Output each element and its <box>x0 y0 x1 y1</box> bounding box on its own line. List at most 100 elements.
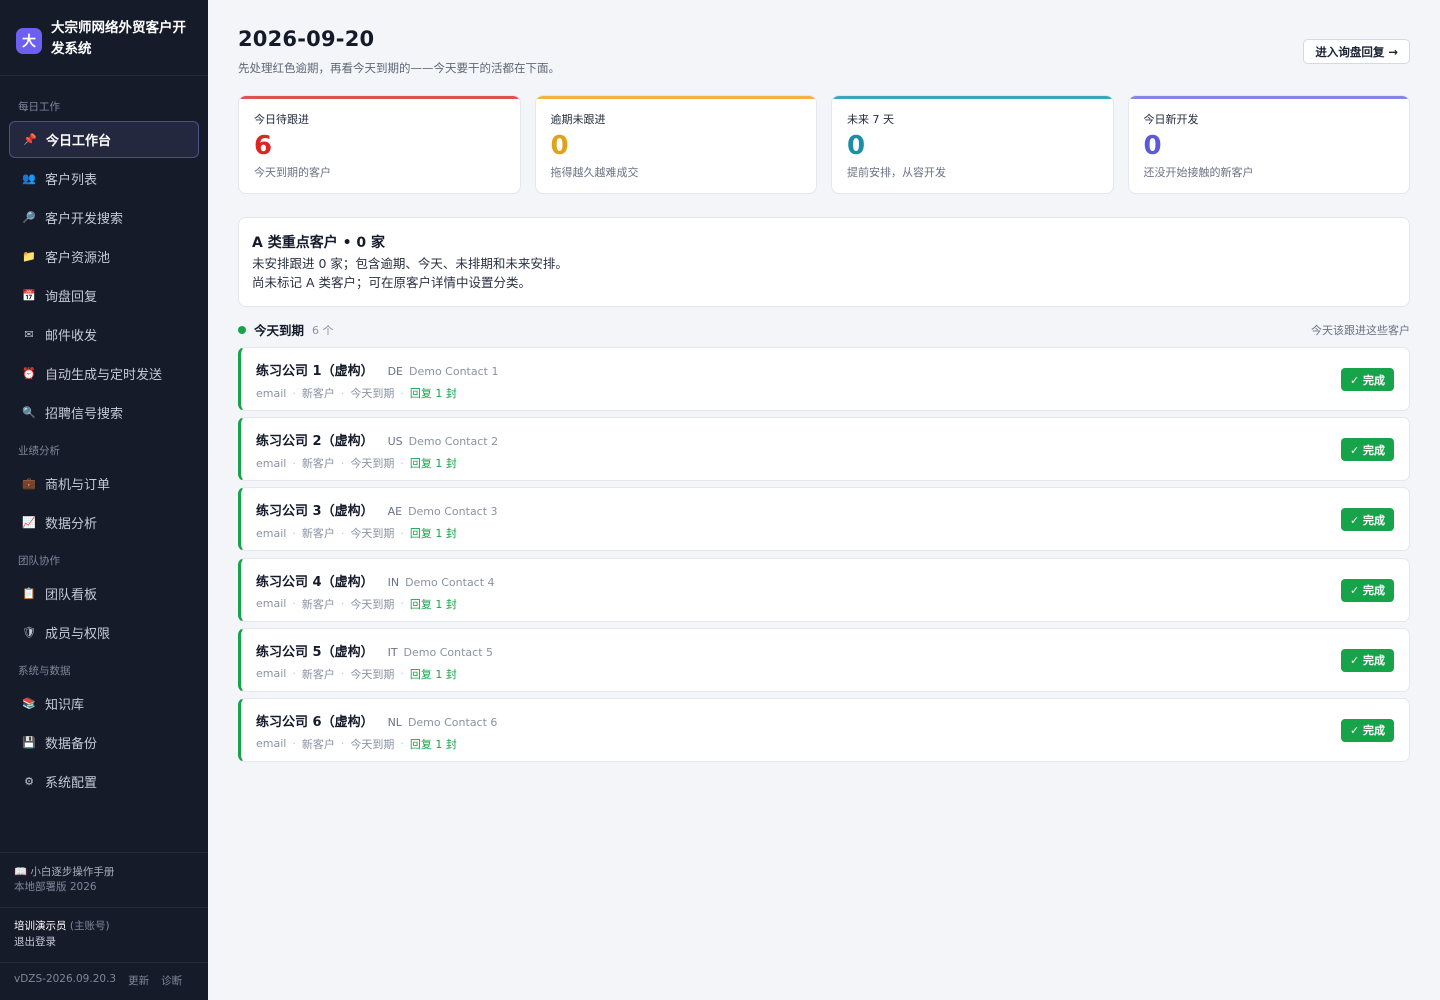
due-label: 今天到期 <box>350 667 395 681</box>
company-name[interactable]: 练习公司 4（虚构） <box>256 571 374 590</box>
stat-card[interactable]: 今日待跟进 6 今天到期的客户 <box>238 95 521 194</box>
user-name: 培训演示员 <box>14 920 67 932</box>
sidebar-item[interactable]: 👥 客户列表 <box>9 160 199 197</box>
complete-button[interactable]: ✓ 完成 <box>1340 578 1394 602</box>
separator-dot: · <box>400 737 404 751</box>
sidebar-item[interactable]: 📚 知识库 <box>9 685 199 722</box>
app-title: 大宗师网络外贸客户开发系统 <box>51 20 186 57</box>
contact-name: Demo Contact 3 <box>408 505 498 519</box>
company-name[interactable]: 练习公司 6（虚构） <box>256 711 374 730</box>
channel-label: email <box>256 386 287 400</box>
complete-button[interactable]: ✓ 完成 <box>1340 648 1394 672</box>
due-label: 今天到期 <box>350 737 395 751</box>
separator-dot: · <box>340 526 345 540</box>
update-link[interactable]: 更新 <box>128 973 149 988</box>
sidebar-item[interactable]: 📅 询盘回复 <box>9 277 199 314</box>
list-item[interactable]: 练习公司 4（虚构） IN Demo Contact 4 email · 新客户 · 今天到期… <box>238 557 1410 622</box>
contact-name: Demo Contact 5 <box>403 645 494 659</box>
sidebar-item-label: 数据分析 <box>45 517 98 532</box>
separator-dot: · <box>400 667 404 681</box>
complete-button[interactable]: ✓ 完成 <box>1340 368 1394 391</box>
sidebar-item[interactable]: 💼 商机与订单 <box>9 465 199 502</box>
stat-card[interactable]: 今日新开发 0 还没开始接触的新客户 <box>1127 95 1410 194</box>
separator-dot: · <box>400 456 404 470</box>
list-item[interactable]: 练习公司 6（虚构） NL Demo Contact 6 email · 新客户 · 今天到期… <box>238 697 1410 762</box>
alarm-clock-icon: ⏰ <box>22 367 36 380</box>
inquiry-reply-button[interactable]: 进入询盘回复 → <box>1303 39 1410 64</box>
list-item[interactable]: 练习公司 3（虚构） AE Demo Contact 3 email · 新客户 · 今天到期… <box>238 487 1410 552</box>
separator-dot: · <box>340 456 345 470</box>
sidebar-item[interactable]: ✉ 邮件收发 <box>9 316 199 353</box>
logout-link[interactable]: 退出登录 <box>14 934 194 950</box>
list-item[interactable]: 练习公司 1（虚构） DE Demo Contact 1 email · 新客户 · 今天到期… <box>238 347 1410 411</box>
sidebar-item[interactable]: 📌 今日工作台 <box>9 121 199 158</box>
sidebar-item-label: 今日工作台 <box>46 134 112 149</box>
due-today-list: 练习公司 1（虚构） DE Demo Contact 1 email · 新客户 · 今天到期… <box>238 347 1410 768</box>
complete-button[interactable]: ✓ 完成 <box>1340 718 1394 742</box>
company-name[interactable]: 练习公司 3（虚构） <box>256 500 374 519</box>
sidebar-item[interactable]: ⚙ 系统配置 <box>9 763 199 800</box>
deploy-label: 本地部署版 2026 <box>14 881 97 893</box>
complete-button[interactable]: ✓ 完成 <box>1340 438 1394 462</box>
envelope-icon: ✉ <box>24 328 34 341</box>
contact-name: Demo Contact 1 <box>409 365 499 378</box>
separator-dot: · <box>292 737 296 751</box>
sidebar-item-label: 团队看板 <box>45 588 98 603</box>
stat-desc: 提前安排，从容开发 <box>847 166 946 179</box>
separator-dot: · <box>292 667 296 681</box>
sidebar-item[interactable]: 📋 团队看板 <box>9 575 199 612</box>
company-name[interactable]: 练习公司 1（虚构） <box>256 360 374 379</box>
sidebar-item[interactable]: 🛡 成员与权限 <box>9 614 199 651</box>
due-label: 今天到期 <box>350 387 395 400</box>
sidebar-item[interactable]: 🔍 招聘信号搜索 <box>9 394 199 431</box>
separator-dot: · <box>400 597 404 611</box>
nav-section-label: 每日工作 <box>18 101 60 113</box>
stat-desc: 还没开始接触的新客户 <box>1143 166 1254 179</box>
status-label: 新客户 <box>301 597 335 611</box>
complete-button[interactable]: ✓ 完成 <box>1340 508 1394 532</box>
a-clients-title: A 类重点客户 • 0 家 <box>252 235 386 251</box>
people-icon: 👥 <box>22 172 36 185</box>
pin-icon: 📌 <box>23 133 37 146</box>
separator-dot: · <box>400 386 404 400</box>
manual-link[interactable]: 📖 小白逐步操作手册 本地部署版 2026 <box>0 852 208 907</box>
stat-card[interactable]: 逾期未跟进 0 拖得越久越难成交 <box>534 95 817 194</box>
country-code: IT <box>387 645 398 659</box>
channel-label: email <box>256 526 287 540</box>
sidebar-item[interactable]: 📁 客户资源池 <box>9 238 199 275</box>
status-label: 新客户 <box>301 527 335 541</box>
company-name[interactable]: 练习公司 2（虚构） <box>256 430 374 449</box>
version-label: vDZS-2026.09.20.3 <box>14 973 117 985</box>
diagnose-link[interactable]: 诊断 <box>161 973 182 988</box>
list-item[interactable]: 练习公司 2（虚构） US Demo Contact 2 email · 新客户 · 今天到期… <box>238 417 1410 482</box>
app-logo-icon: 大 <box>16 28 42 54</box>
stat-value: 0 <box>1143 131 1162 161</box>
country-code: US <box>387 435 403 449</box>
gear-icon: ⚙ <box>24 775 34 788</box>
stat-accent-bar <box>239 96 520 99</box>
stat-label: 今日新开发 <box>1143 113 1199 126</box>
status-label: 新客户 <box>301 387 335 400</box>
stat-card[interactable]: 未来 7 天 0 提前安排，从容开发 <box>831 95 1114 194</box>
sidebar-nav: 每日工作 📌 今日工作台 👥 客户列表 🔎 客户开发搜索 📁 客户资源池 📅 询盘回复 ✉ 邮件收发 ⏰ 自… <box>0 95 208 800</box>
book-icon: 📖 <box>14 866 28 878</box>
separator-dot: · <box>292 597 296 611</box>
country-code: NL <box>387 715 402 729</box>
separator-dot: · <box>340 737 345 751</box>
books-icon: 📚 <box>22 697 36 710</box>
stats-row: 今日待跟进 6 今天到期的客户 逾期未跟进 0 拖得越久越难成交 未来 7 天 0 提前安排，从… <box>238 95 1410 194</box>
reply-count: 回复 1 封 <box>409 387 457 400</box>
page-subtitle: 先处理红色逾期，再看今天到期的——今天要干的活都在下面。 <box>238 61 560 75</box>
sidebar-item[interactable]: ⏰ 自动生成与定时发送 <box>9 355 199 392</box>
country-code: DE <box>387 365 403 378</box>
channel-label: email <box>256 456 287 470</box>
sidebar-item[interactable]: 📈 数据分析 <box>9 504 199 541</box>
folder-icon: 📁 <box>22 250 36 263</box>
reply-count: 回复 1 封 <box>409 667 457 681</box>
sidebar-item[interactable]: 💾 数据备份 <box>9 724 199 761</box>
list-item[interactable]: 练习公司 5（虚构） IT Demo Contact 5 email · 新客户 · 今天到期… <box>238 627 1410 692</box>
page-title: 2026-09-20 <box>238 27 375 51</box>
company-name[interactable]: 练习公司 5（虚构） <box>256 641 374 660</box>
separator-dot: · <box>340 597 345 611</box>
sidebar-item[interactable]: 🔎 客户开发搜索 <box>9 199 199 236</box>
